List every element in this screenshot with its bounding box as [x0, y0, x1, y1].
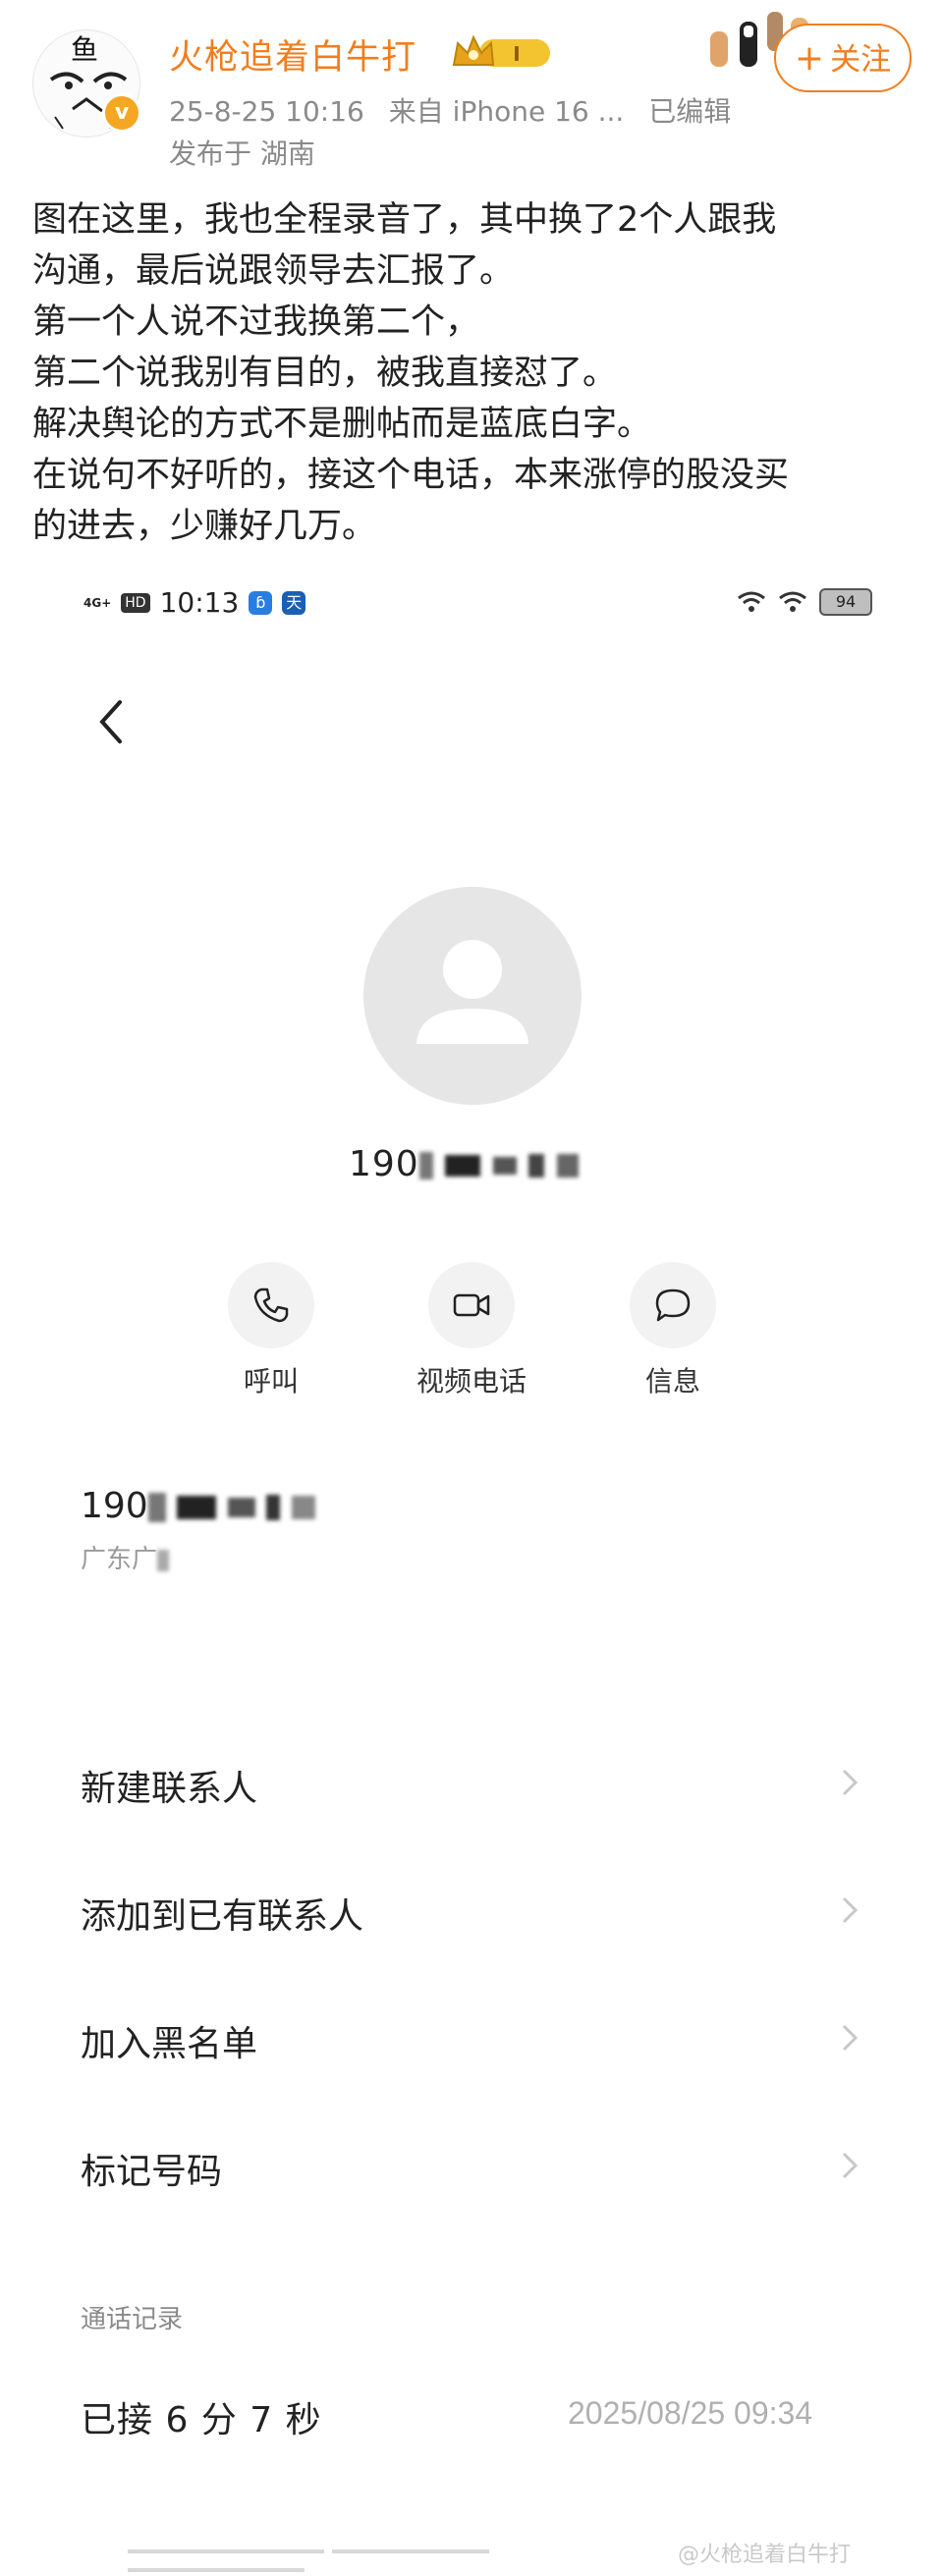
contact-avatar — [363, 887, 582, 1105]
chevron-right-icon — [842, 1769, 859, 1796]
phone-number-prefix: 190 — [349, 1144, 419, 1184]
wifi-icon — [779, 591, 806, 612]
follow-label: 关注 — [830, 42, 892, 78]
wifi-icon — [738, 591, 765, 612]
menu-item-label: 加入黑名单 — [81, 2024, 258, 2064]
menu-item-label: 新建联系人 — [81, 1769, 258, 1809]
post-text-line: 图在这里，我也全程录音了，其中换了2个人跟我 — [32, 200, 777, 240]
menu-item-blacklist[interactable]: 加入黑名单 — [0, 1972, 943, 2100]
chevron-right-icon — [842, 2152, 859, 2179]
vip-level: I — [513, 42, 520, 66]
contact-menu: 新建联系人 添加到已有联系人 加入黑名单 标记号码 — [0, 1717, 943, 2227]
call-action-label: 呼叫 — [243, 1365, 299, 1398]
vip-crown-badge-icon: I — [452, 34, 550, 67]
chat-bubble-icon — [655, 1288, 691, 1322]
post-location: 发布于 湖南 — [169, 137, 315, 170]
battery-icon: 94 — [819, 588, 872, 616]
detail-phone-number[interactable]: 190 — [81, 1486, 315, 1526]
number-location: 广东广 — [81, 1539, 170, 1575]
chevron-right-icon — [842, 2024, 859, 2052]
post-text-line: 的进去，少赚好几万。 — [32, 507, 377, 546]
verified-badge-icon: v — [102, 93, 141, 133]
username[interactable]: 火枪追着白牛打 — [169, 29, 416, 80]
video-call-action[interactable]: 视频电话 — [388, 1262, 555, 1399]
phone-icon — [253, 1288, 289, 1323]
message-action[interactable]: 信息 — [589, 1262, 756, 1399]
menu-item-mark-number[interactable]: 标记号码 — [0, 2100, 943, 2227]
app-notification-icon: ɓ — [249, 590, 273, 615]
message-action-label: 信息 — [644, 1365, 700, 1398]
post-text-line: 解决舆论的方式不是删帖而是蓝底白字。 — [32, 405, 652, 444]
call-log-time: 2025/08/25 09:34 — [568, 2395, 813, 2431]
phone-number-title: 190 — [349, 1144, 579, 1184]
follow-button[interactable]: + 关注 — [774, 24, 912, 92]
back-arrow-icon[interactable] — [90, 692, 130, 751]
signal-icon: 4G+ — [83, 595, 112, 610]
post-body: 图在这里，我也全程录音了，其中换了2个人跟我 沟通，最后说跟领导去汇报了。 第一… — [32, 194, 916, 552]
post-date: 25-8-25 10:16 — [169, 95, 364, 128]
watermark: @火枪追着白牛打 — [678, 2543, 852, 2567]
video-camera-icon — [453, 1293, 490, 1317]
post-edited: 已编辑 — [648, 95, 732, 128]
post-text-line: 第一个人说不过我换第二个， — [32, 302, 480, 342]
post-source: 来自 iPhone 16 ... — [388, 95, 625, 128]
call-log-entry[interactable]: 已接 6 分 7 秒 — [81, 2391, 322, 2442]
post-meta: 25-8-25 10:16 来自 iPhone 16 ... 已编辑 — [169, 90, 747, 130]
call-detail-screenshot[interactable]: 4G+ HD 10:13 ɓ 天 94 190 呼叫 视频电话 信息 190 广… — [0, 575, 943, 2572]
app-notification-icon: 天 — [282, 590, 306, 615]
status-bar: 4G+ HD 10:13 ɓ 天 94 — [0, 575, 943, 635]
menu-item-new-contact[interactable]: 新建联系人 — [0, 1717, 943, 1844]
number-location-text: 广东广 — [81, 1545, 158, 1574]
menu-item-label: 添加到已有联系人 — [81, 1896, 364, 1937]
menu-item-add-to-existing[interactable]: 添加到已有联系人 — [0, 1844, 943, 1972]
person-silhouette-icon — [416, 940, 528, 1044]
post-text-line: 第二个说我别有目的，被我直接怼了。 — [32, 354, 618, 393]
action-row: 呼叫 视频电话 信息 — [0, 1262, 943, 1399]
chevron-right-icon — [842, 1896, 859, 1924]
post-header: 鱼 v 火枪追着白牛打 I 25-8-25 10:16 来自 iPhone 16… — [0, 0, 943, 182]
video-call-action-label: 视频电话 — [416, 1365, 527, 1398]
call-log-title: 通话记录 — [81, 2305, 184, 2334]
call-action[interactable]: 呼叫 — [188, 1262, 355, 1399]
hd-icon: HD — [121, 592, 150, 613]
detail-number-prefix: 190 — [81, 1486, 148, 1526]
divider — [128, 2539, 678, 2572]
status-time: 10:13 — [159, 586, 240, 619]
plus-icon: + — [794, 38, 825, 79]
menu-item-label: 标记号码 — [81, 2152, 223, 2192]
post-text-line: 沟通，最后说跟领导去汇报了。 — [32, 251, 515, 291]
post-text-line: 在说句不好听的，接这个电话，本来涨停的股没买 — [32, 456, 790, 495]
